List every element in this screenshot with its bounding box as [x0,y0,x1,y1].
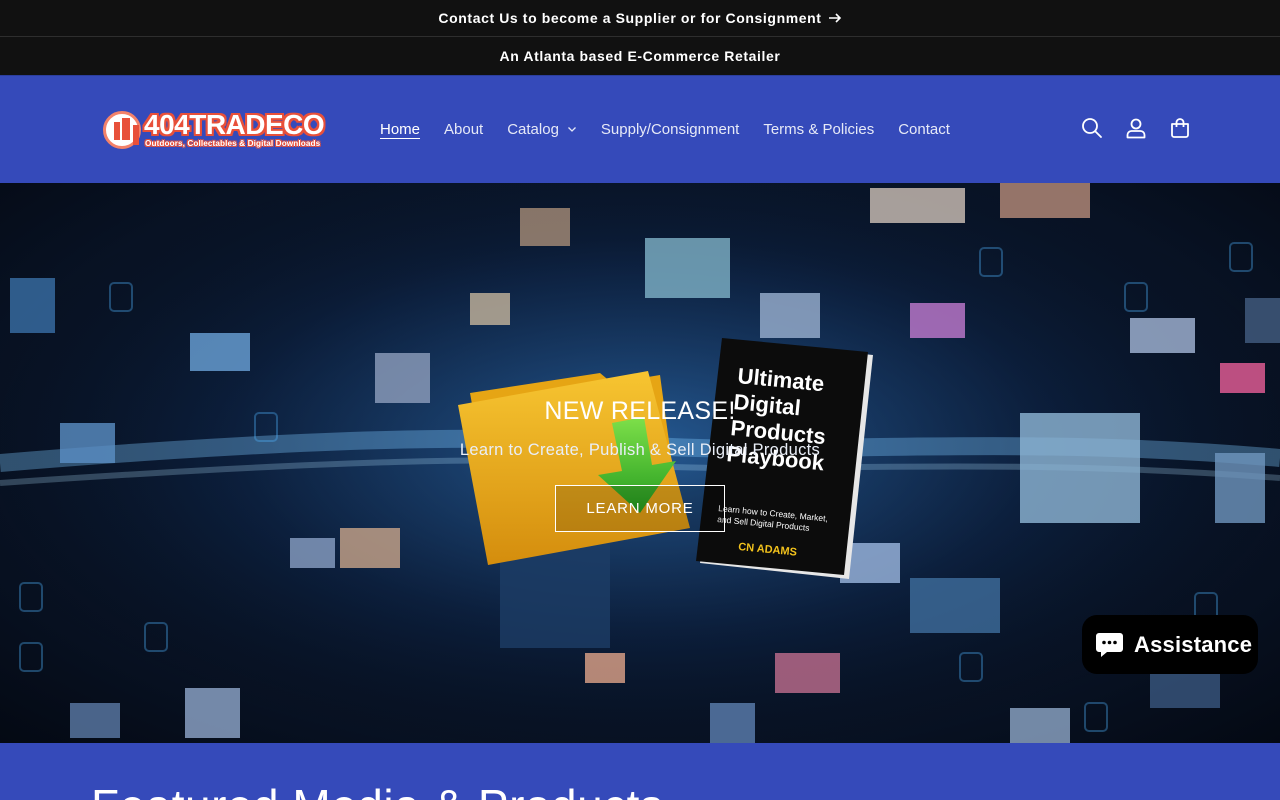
announcement-supplier-text: Contact Us to become a Supplier or for C… [438,10,822,26]
announcement-supplier[interactable]: Contact Us to become a Supplier or for C… [0,0,1280,37]
arrow-right-icon [828,13,841,23]
nav-terms-policies[interactable]: Terms & Policies [751,121,886,138]
search-icon[interactable] [1080,116,1104,140]
hero-subtitle: Learn to Create, Publish & Sell Digital … [459,441,821,459]
learn-more-button[interactable]: LEARN MORE [555,485,725,532]
nav-catalog[interactable]: Catalog [495,121,589,138]
hero-title: NEW RELEASE! [544,397,736,425]
main-nav: Home About Catalog Supply/Consignment Te… [368,76,962,182]
nav-home[interactable]: Home [368,121,432,138]
nav-about[interactable]: About [432,121,495,138]
chevron-down-icon [567,127,576,132]
announcement-tagline-text: An Atlanta based E-Commerce Retailer [499,48,781,64]
chat-label: Assistance [1134,631,1253,657]
nav-contact[interactable]: Contact [886,121,962,138]
logo-tagline: Outdoors, Collectables & Digital Downloa… [145,139,321,148]
nav-supply-consignment[interactable]: Supply/Consignment [589,121,751,138]
nav-catalog-label: Catalog [507,120,559,138]
site-header: 404TRADECO Outdoors, Collectables & Digi… [0,75,1280,183]
logo[interactable]: 404TRADECO Outdoors, Collectables & Digi… [103,109,325,152]
chat-bubble-icon [1096,632,1123,657]
announcement-tagline: An Atlanta based E-Commerce Retailer [0,37,1280,75]
cart-icon[interactable] [1168,116,1192,140]
logo-brand: 404TRADECO [144,109,325,140]
account-icon[interactable] [1124,116,1148,140]
chat-assistance-button[interactable]: Assistance [1082,615,1258,674]
featured-section: Featured Media & Products [0,743,1280,800]
featured-heading: Featured Media & Products [91,779,663,800]
logo-skyline-icon [103,111,141,149]
header-icons [1080,116,1192,140]
